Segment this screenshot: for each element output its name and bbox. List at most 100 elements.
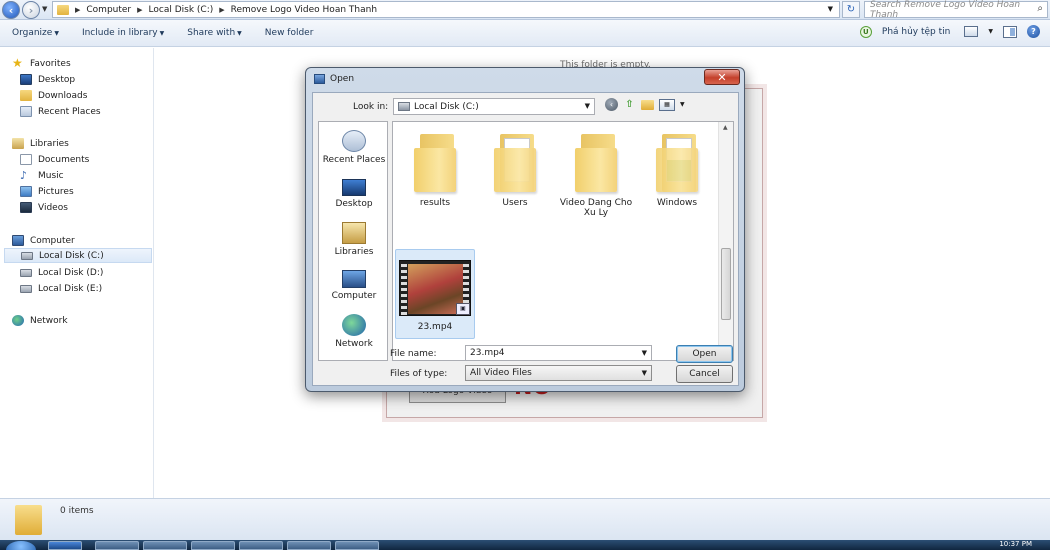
breadcrumb-computer[interactable]: Computer <box>86 5 131 15</box>
back-button[interactable]: ‹ <box>2 1 20 19</box>
hard-disk-icon <box>20 268 32 277</box>
folder-icon <box>575 134 617 192</box>
desktop-icon <box>20 74 32 85</box>
chevron-down-icon[interactable]: ▼ <box>642 349 647 357</box>
nav-videos[interactable]: Videos <box>20 200 152 215</box>
organize-menu[interactable]: Organize ▼ <box>12 28 59 38</box>
address-field[interactable]: ▶ Computer ▶ Local Disk (C:) ▶ Remove Lo… <box>52 1 840 18</box>
open-button[interactable]: Open <box>676 345 733 363</box>
refresh-button[interactable]: ↻ <box>842 1 860 18</box>
files-of-type-select[interactable]: All Video Files ▼ <box>465 365 652 381</box>
forward-button[interactable]: › <box>22 1 40 19</box>
search-placeholder: Search Remove Logo Video Hoan Thanh <box>870 0 1021 20</box>
chevron-down-icon[interactable]: ▼ <box>642 369 647 377</box>
taskbar-app-button[interactable] <box>239 541 283 550</box>
breadcrumb-separator-icon[interactable]: ▶ <box>219 6 224 14</box>
scrollbar-thumb[interactable] <box>721 248 731 320</box>
chevron-down-icon: ▼ <box>237 30 242 37</box>
taskbar-app-button[interactable] <box>143 541 187 550</box>
file-name-value: 23.mp4 <box>470 348 505 358</box>
view-menu-icon[interactable]: ▦ <box>659 98 675 111</box>
up-folder-icon[interactable]: ⇧ <box>623 98 636 111</box>
forward-arrow-icon: › <box>28 3 34 17</box>
files-of-type-label: Files of type: <box>390 369 448 379</box>
nav-music[interactable]: ♪ Music <box>20 168 152 183</box>
breadcrumb-separator-icon[interactable]: ▶ <box>137 6 142 14</box>
folder-icon <box>414 134 456 192</box>
nav-libraries[interactable]: Libraries <box>12 136 152 151</box>
pictures-icon <box>20 186 32 197</box>
computer-icon <box>12 235 24 246</box>
folder-item-windows[interactable]: Windows <box>637 134 717 208</box>
nav-network[interactable]: Network <box>12 313 152 328</box>
recent-pages-dropdown-icon[interactable]: ▼ <box>42 5 47 13</box>
documents-icon <box>20 154 32 165</box>
new-folder-icon[interactable] <box>641 99 654 110</box>
file-name-input[interactable]: 23.mp4 ▼ <box>465 345 652 361</box>
look-in-toolbar: ‹ ⇧ ▦ ▼ <box>605 98 685 111</box>
place-desktop[interactable]: Desktop <box>319 174 389 220</box>
close-button[interactable]: ✕ <box>704 69 740 85</box>
folder-icon <box>15 505 42 535</box>
nav-computer[interactable]: Computer <box>12 233 152 248</box>
folder-item-results[interactable]: results <box>395 134 475 208</box>
nav-favorites[interactable]: ★ Favorites <box>12 56 152 71</box>
folder-item-video-dang-cho-xu-ly[interactable]: Video Dang Cho Xu Ly <box>556 134 636 218</box>
place-libraries[interactable]: Libraries <box>319 220 389 266</box>
shred-icon[interactable]: U <box>859 25 872 38</box>
system-clock[interactable]: 10:37 PM <box>999 540 1032 548</box>
cancel-button[interactable]: Cancel <box>676 365 733 383</box>
place-computer[interactable]: Computer <box>319 266 389 312</box>
nav-pictures[interactable]: Pictures <box>20 184 152 199</box>
look-in-select[interactable]: Local Disk (C:) ▼ <box>393 98 595 115</box>
libraries-icon <box>342 222 366 244</box>
taskbar-app-button[interactable] <box>335 541 379 550</box>
nav-documents[interactable]: Documents <box>20 152 152 167</box>
search-icon[interactable]: ⌕ <box>1037 3 1043 14</box>
breadcrumb-local-disk[interactable]: Local Disk (C:) <box>149 5 214 15</box>
nav-local-disk-d[interactable]: Local Disk (D:) <box>20 265 152 280</box>
nav-recent-places[interactable]: Recent Places <box>20 104 152 119</box>
file-name-label: File name: <box>390 349 437 359</box>
hard-disk-icon <box>398 102 410 111</box>
address-bar-row: ‹ › ▼ ▶ Computer ▶ Local Disk (C:) ▶ Rem… <box>0 0 1050 20</box>
back-arrow-icon: ‹ <box>8 3 14 17</box>
hard-disk-icon <box>20 284 32 293</box>
taskbar-app-button[interactable] <box>191 541 235 550</box>
chevron-down-icon[interactable]: ▼ <box>585 102 590 110</box>
breadcrumb-separator-icon[interactable]: ▶ <box>75 6 80 14</box>
back-icon[interactable]: ‹ <box>605 98 618 111</box>
file-browser[interactable]: results Users Video Dang Cho Xu Ly Windo… <box>392 121 734 361</box>
taskbar-app-button[interactable] <box>287 541 331 550</box>
preview-pane-icon[interactable] <box>1003 25 1017 38</box>
scroll-up-icon[interactable]: ▲ <box>723 124 728 131</box>
dialog-title: Open <box>330 74 355 84</box>
help-icon[interactable]: ? <box>1027 25 1040 38</box>
nav-local-disk-c[interactable]: Local Disk (C:) <box>4 248 152 263</box>
breadcrumb-current-folder[interactable]: Remove Logo Video Hoan Thanh <box>231 5 377 15</box>
computer-icon <box>342 270 366 288</box>
address-dropdown-icon[interactable]: ▼ <box>828 5 833 13</box>
folder-item-users[interactable]: Users <box>475 134 555 208</box>
search-input[interactable]: Search Remove Logo Video Hoan Thanh ⌕ <box>864 0 1048 20</box>
taskbar-explorer-button[interactable] <box>95 541 139 550</box>
include-in-library-menu[interactable]: Include in library ▼ <box>82 28 164 38</box>
nav-local-disk-e[interactable]: Local Disk (E:) <box>20 281 152 296</box>
nav-desktop[interactable]: Desktop <box>20 72 152 87</box>
chevron-down-icon[interactable]: ▼ <box>680 101 685 108</box>
place-network[interactable]: Network <box>319 312 389 358</box>
recent-places-icon <box>20 106 32 117</box>
file-item-23-mp4[interactable]: ▣ 23.mp4 <box>395 249 475 339</box>
start-orb-icon[interactable] <box>6 541 36 550</box>
nav-downloads[interactable]: Downloads <box>20 88 152 103</box>
change-view-icon[interactable] <box>964 26 979 37</box>
destroy-files-button[interactable]: Phá hủy tệp tin <box>882 27 950 37</box>
vertical-scrollbar[interactable]: ▲ ▼ <box>718 122 733 360</box>
place-recent-places[interactable]: Recent Places <box>319 128 389 174</box>
taskbar-browser-button[interactable] <box>48 541 82 550</box>
view-options-dropdown-icon[interactable]: ▼ <box>988 28 993 35</box>
new-folder-button[interactable]: New folder <box>265 28 314 38</box>
share-with-menu[interactable]: Share with ▼ <box>187 28 242 38</box>
look-in-label: Look in: <box>353 102 389 112</box>
folder-icon <box>656 134 698 192</box>
